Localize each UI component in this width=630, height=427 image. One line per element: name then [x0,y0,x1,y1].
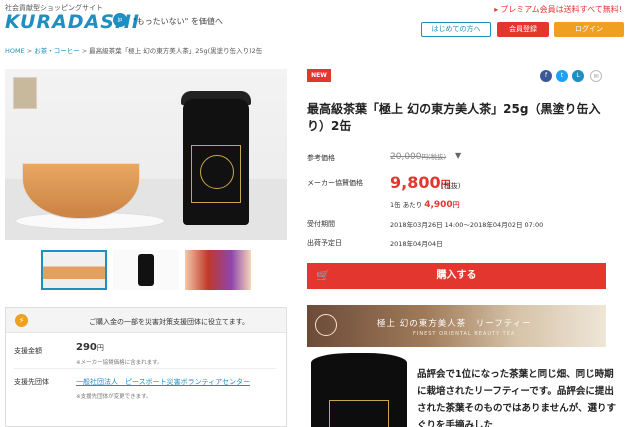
thumbnail-1[interactable] [41,250,107,290]
donation-amount-label: 支援金額 [14,347,42,355]
donation-divider [14,368,276,369]
price-info-arrow-icon[interactable]: ▼ [455,151,461,160]
banner-subtitle: FINEST ORIENTAL BEAUTY TEA [413,331,516,337]
product-banner: 極上 幻の東方美人茶 リーフティー FINEST ORIENTAL BEAUTY… [307,305,606,347]
buy-button[interactable]: 🛒 購入する [307,263,606,289]
breadcrumb: HOME > お茶・コーヒー > 最高級茶葉「極上 幻の東方美人茶」25g(黒塗り缶入り… [5,47,263,55]
new-badge: NEW [307,69,331,82]
breadcrumb-category[interactable]: お茶・コーヒー [34,47,80,55]
mail-icon[interactable]: ✉ [590,70,602,82]
donation-amount-note: ※メーカー協賛価格に含まれます。 [76,360,163,366]
reference-price-label: 参考価格 [307,154,335,162]
breadcrumb-current: 最高級茶葉「極上 幻の東方美人茶」25g(黒塗り缶入り)2缶 [89,47,263,55]
thumbnail-3[interactable] [185,250,251,290]
donation-amount: 290円 [76,342,104,353]
register-button[interactable]: 会員登録 [497,22,549,37]
reference-price: 20,000円(税抜) [390,152,447,162]
twitter-icon[interactable]: t [556,70,568,82]
description-can-label [329,400,389,427]
period-label: 受付期間 [307,220,335,228]
image-can-label [191,145,241,203]
ship-date-label: 出荷予定日 [307,239,342,247]
banner-title: 極上 幻の東方美人茶 リーフティー [377,319,532,329]
main-product-image[interactable] [5,69,287,240]
sale-price-tax: (税抜) [441,182,461,190]
logo-badge: jp [113,13,127,27]
cart-icon: 🛒 [316,269,330,282]
breadcrumb-home[interactable]: HOME [5,47,25,55]
image-frame-photo [13,77,37,109]
login-button[interactable]: ログイン [554,22,624,37]
buy-button-label: 購入する [436,270,477,281]
ship-date-value: 2018年04月04日 [390,240,443,248]
site-slogan: "もったいない" を価値へ [133,17,223,26]
unit-price: 1缶 あたり 4,900円 [390,200,460,210]
thumbnail-2[interactable] [113,250,179,290]
donation-header: ⚡ ご購入金の一部を災害対策支援団体に役立てます。 [6,308,286,333]
thumbnail-strip [41,250,251,290]
sale-price-label: メーカー協賛価格 [307,179,363,187]
line-icon[interactable]: L [572,70,584,82]
period-value: 2018年03月26日 14:00〜2018年04月02日 07:00 [390,221,544,229]
banner-seal-icon [315,314,337,336]
product-title: 最高級茶葉「極上 幻の東方美人茶」25g（黒塗り缶入り）2缶 [307,102,601,133]
donation-org-note: ※支援先団体が変更できます。 [76,394,152,400]
product-description: 品評会で1位になった茶葉と同じ畑、同じ時期に栽培されたリーフティーです。品評会に… [417,369,617,427]
site-header: 社会貢献型ショッピングサイト KURADASHI jp "もったいない" を価値… [0,0,630,40]
donation-message: ご購入金の一部を災害対策支援団体に役立てます。 [89,318,249,326]
donation-box: ⚡ ご購入金の一部を災害対策支援団体に役立てます。 [5,307,287,427]
beginners-guide-button[interactable]: はじめての方へ [421,22,491,37]
premium-link[interactable]: プレミアム会員は送料すべて無料! [494,4,622,15]
facebook-icon[interactable]: f [540,70,552,82]
lightning-icon: ⚡ [15,314,28,327]
donation-org-link[interactable]: 一般社団法人 ピースボート災害ボランティアセンター [76,377,250,387]
donation-org-label: 支援先団体 [14,378,49,386]
